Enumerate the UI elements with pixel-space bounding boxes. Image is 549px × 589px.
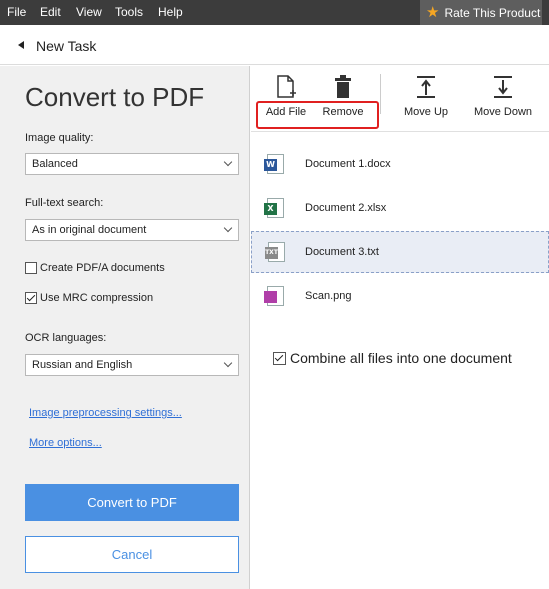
image-quality-select[interactable]: Balanced: [25, 153, 239, 175]
toolbar-divider: [380, 74, 381, 114]
file-name: Document 3.txt: [305, 246, 379, 258]
menu-file[interactable]: File: [7, 5, 26, 19]
menu-bar: File Edit View Tools Help ★ Rate This Pr…: [0, 0, 549, 25]
task-header: New Task: [0, 25, 549, 65]
more-options-link[interactable]: More options...: [29, 437, 102, 449]
ocr-languages-select[interactable]: Russian and English: [25, 354, 239, 376]
menu-help[interactable]: Help: [158, 5, 183, 19]
text-file-icon: TXT: [265, 242, 285, 262]
file-name: Document 1.docx: [305, 158, 391, 170]
image-quality-label: Image quality:: [25, 132, 94, 144]
move-up-label: Move Up: [403, 106, 449, 118]
rate-product-button[interactable]: ★ Rate This Product: [420, 0, 542, 25]
settings-panel: Convert to PDF Image quality: Balanced F…: [0, 66, 250, 589]
file-name: Document 2.xlsx: [305, 202, 387, 214]
menu-view[interactable]: View: [76, 5, 102, 19]
use-mrc-option[interactable]: Use MRC compression: [25, 292, 153, 304]
combine-checkbox[interactable]: [273, 351, 286, 365]
move-up-button[interactable]: Move Up: [399, 74, 453, 118]
ocr-languages-value: Russian and English: [32, 359, 133, 371]
convert-to-pdf-button[interactable]: Convert to PDF: [25, 484, 239, 521]
move-up-icon: [417, 76, 435, 98]
files-panel: Add File Remove Move Up Move Down W Docu…: [251, 66, 549, 589]
highlight-box: [256, 101, 379, 129]
file-row-4[interactable]: Scan.png: [251, 275, 549, 317]
cancel-button[interactable]: Cancel: [25, 536, 239, 573]
create-pdfa-checkbox[interactable]: [25, 262, 37, 274]
image-quality-value: Balanced: [32, 158, 78, 170]
menu-tools[interactable]: Tools: [115, 5, 143, 19]
back-arrow-icon[interactable]: [18, 41, 24, 49]
image-preprocessing-link[interactable]: Image preprocessing settings...: [29, 407, 182, 419]
move-down-label: Move Down: [473, 106, 533, 118]
excel-file-icon: X: [264, 198, 284, 218]
word-file-icon: W: [264, 154, 284, 174]
page-title: Convert to PDF: [25, 82, 205, 112]
new-task-link[interactable]: New Task: [36, 38, 96, 54]
trash-icon: [335, 75, 351, 98]
use-mrc-label: Use MRC compression: [40, 292, 154, 304]
star-icon: ★: [426, 4, 440, 21]
full-text-search-select[interactable]: As in original document: [25, 219, 239, 241]
file-toolbar: Add File Remove Move Up Move Down: [251, 66, 549, 132]
full-text-search-label: Full-text search:: [25, 197, 104, 209]
use-mrc-checkbox[interactable]: [25, 292, 37, 304]
move-down-icon: [494, 76, 512, 98]
file-row-2[interactable]: X Document 2.xlsx: [251, 187, 549, 229]
combine-label: Combine all files into one document: [290, 350, 512, 366]
file-row-3[interactable]: TXT Document 3.txt: [251, 231, 549, 273]
create-pdfa-option[interactable]: Create PDF/A documents: [25, 262, 165, 274]
chevron-down-icon: [223, 358, 233, 368]
image-file-icon: [264, 286, 284, 306]
create-pdfa-label: Create PDF/A documents: [40, 262, 165, 274]
combine-option[interactable]: Combine all files into one document: [273, 350, 512, 366]
file-name: Scan.png: [305, 290, 352, 302]
menu-edit[interactable]: Edit: [40, 5, 61, 19]
chevron-down-icon: [223, 223, 233, 233]
add-file-icon: [277, 75, 296, 98]
full-text-search-value: As in original document: [32, 224, 147, 236]
rate-product-label: Rate This Product: [444, 5, 541, 20]
ocr-languages-label: OCR languages:: [25, 332, 107, 344]
chevron-down-icon: [223, 157, 233, 167]
file-row-1[interactable]: W Document 1.docx: [251, 143, 549, 185]
move-down-button[interactable]: Move Down: [469, 74, 537, 118]
